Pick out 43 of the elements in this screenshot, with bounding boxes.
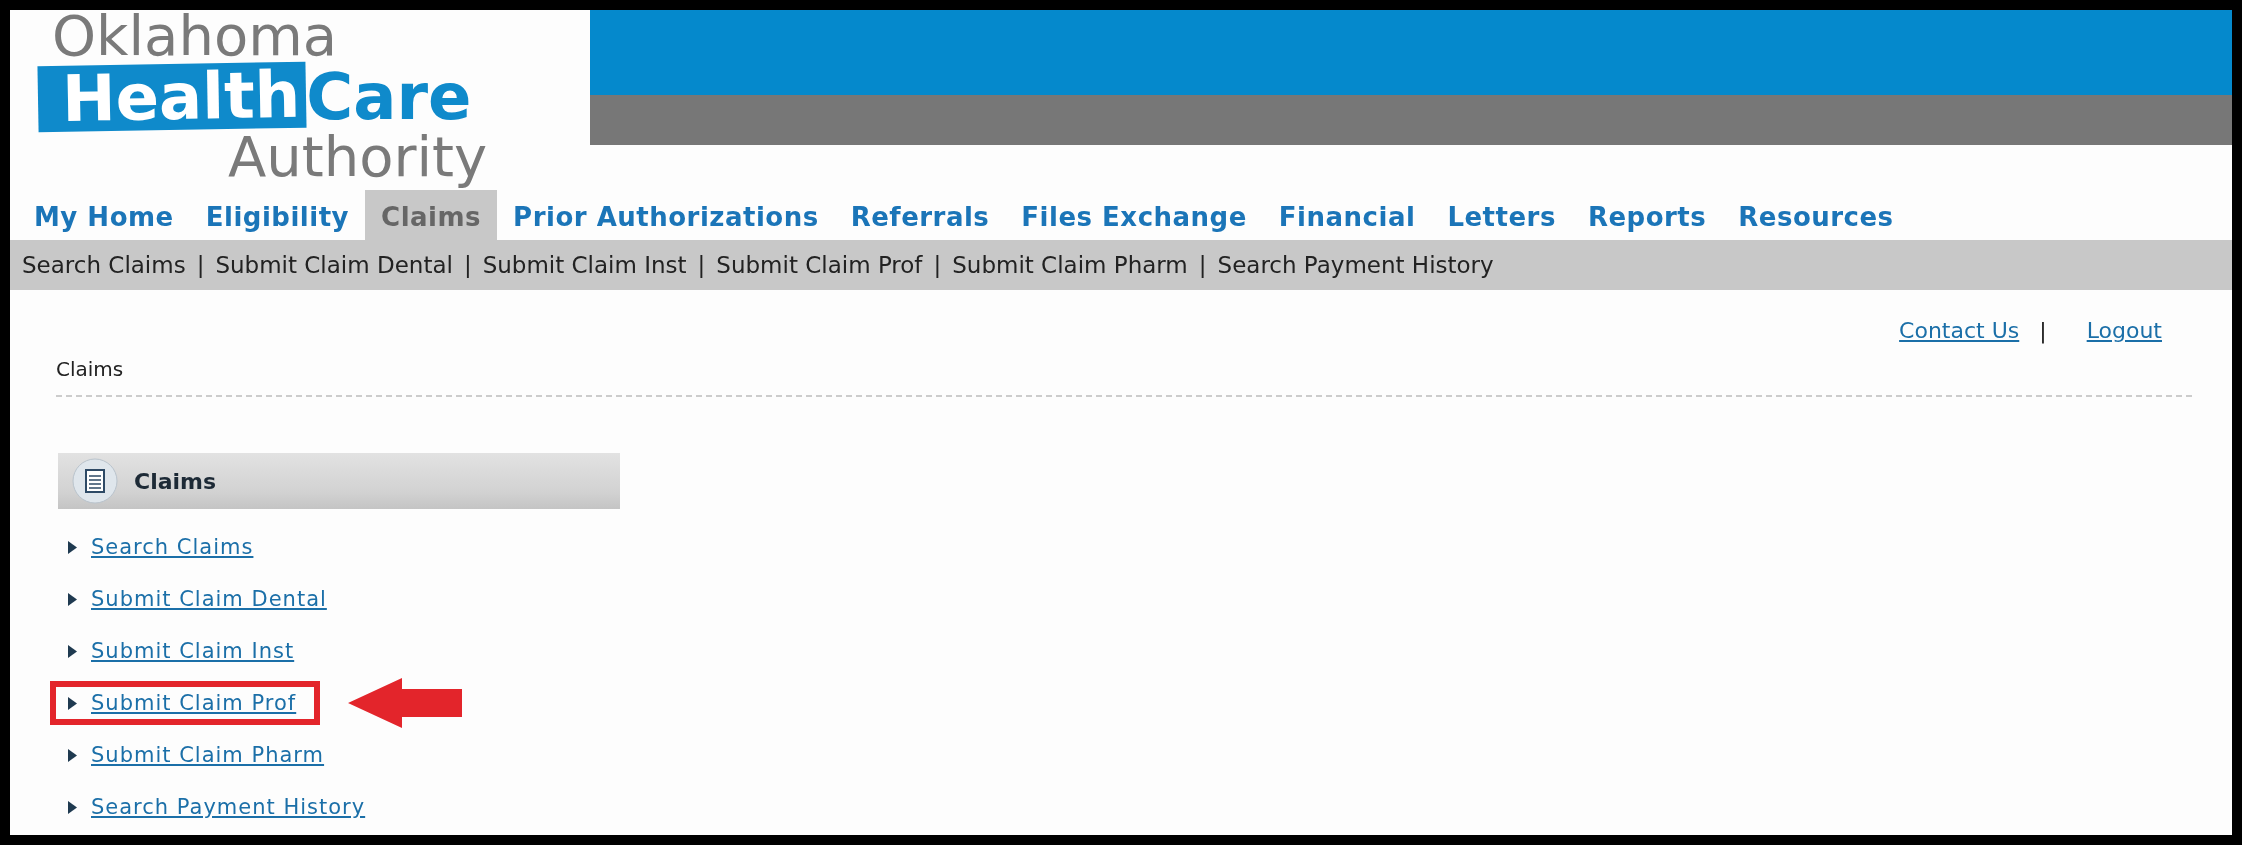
nav-tab[interactable]: My Home xyxy=(18,190,190,240)
header-link[interactable]: Logout xyxy=(2086,318,2162,343)
logo-text: Health xyxy=(37,61,307,133)
caret-icon xyxy=(68,592,77,606)
sub-nav-link[interactable]: Submit Claim Dental xyxy=(215,252,453,278)
separator-text: | xyxy=(1198,252,1207,278)
sub-nav-link[interactable]: Search Payment History xyxy=(1217,252,1494,278)
header-link[interactable]: Contact Us xyxy=(1899,318,2020,343)
menu-link[interactable]: Search Claims xyxy=(91,535,254,559)
caret-icon xyxy=(68,540,77,554)
nav-tab[interactable]: Financial xyxy=(1262,190,1432,240)
arrow-icon xyxy=(348,678,463,728)
caret-icon xyxy=(68,644,77,658)
sub-nav-link[interactable]: Submit Claim Pharm xyxy=(952,252,1188,278)
menu-link[interactable]: Submit Claim Inst xyxy=(91,639,295,663)
nav-tab[interactable]: Eligibility xyxy=(189,190,366,240)
nav-tab[interactable]: Letters xyxy=(1431,190,1572,240)
menu-link[interactable]: Submit Claim Dental xyxy=(91,587,327,611)
page-title: Claims xyxy=(55,356,125,381)
nav-tab[interactable]: Files Exchange xyxy=(1005,190,1263,240)
logo-text: Oklahoma xyxy=(52,10,338,62)
menu-link[interactable]: Submit Claim Prof xyxy=(91,691,297,715)
logo-text: Care xyxy=(306,64,472,130)
separator-text: | xyxy=(463,252,472,278)
document-icon xyxy=(72,458,118,504)
separator-text: | xyxy=(697,252,706,278)
menu-link[interactable]: Search Payment History xyxy=(91,795,366,819)
sub-nav-link[interactable]: Search Claims xyxy=(22,252,186,278)
separator-text: | xyxy=(933,252,942,278)
nav-tab[interactable]: Referrals xyxy=(834,190,1006,240)
caret-icon xyxy=(68,748,77,762)
separator-text: | xyxy=(2039,318,2047,343)
sub-nav-link[interactable]: Submit Claim Prof xyxy=(716,252,923,278)
menu-link[interactable]: Submit Claim Pharm xyxy=(91,743,325,767)
sub-nav-link[interactable]: Submit Claim Inst xyxy=(482,252,687,278)
nav-tab[interactable]: Claims xyxy=(365,190,498,240)
caret-icon xyxy=(68,800,77,814)
nav-tab[interactable]: Reports xyxy=(1571,190,1723,240)
nav-tab[interactable]: Resources xyxy=(1722,190,1910,240)
separator-text: | xyxy=(196,252,205,278)
caret-icon xyxy=(68,696,77,710)
nav-tab[interactable]: Prior Authorizations xyxy=(497,190,835,240)
panel-title: Claims xyxy=(134,468,217,494)
